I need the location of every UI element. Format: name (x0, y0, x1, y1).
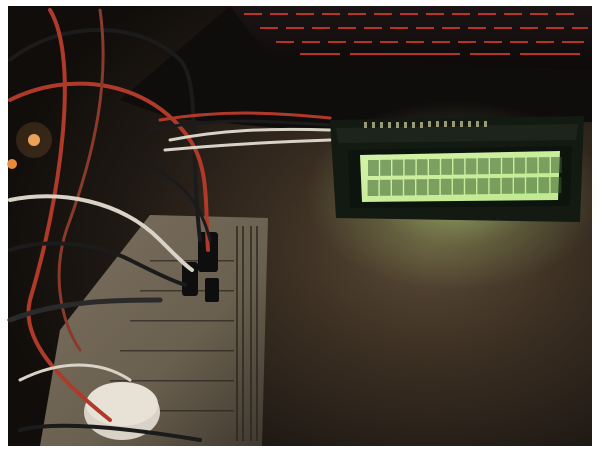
lcd-cell (404, 159, 416, 176)
lcd-cell (428, 179, 440, 195)
lcd-cell (538, 157, 550, 174)
photo-image (7, 6, 600, 446)
photo-scene (0, 0, 600, 452)
lcd-cell (368, 160, 379, 176)
lcd-cell (550, 177, 562, 193)
lcd-cell (367, 180, 379, 196)
lcd-cell (404, 179, 415, 196)
lcd-cell (465, 178, 476, 195)
lcd-cell (416, 179, 428, 196)
lcd-cell (502, 157, 513, 174)
lcd-cell (440, 178, 452, 195)
lcd-cell (392, 159, 404, 176)
lcd-cell (441, 158, 452, 175)
lcd-cell (477, 158, 489, 175)
lcd-cell (501, 177, 513, 194)
lcd-module (330, 116, 584, 222)
lcd-cell (392, 179, 403, 196)
lcd-cell (514, 157, 526, 174)
lcd-cell (490, 158, 501, 174)
lcd-cell (514, 177, 525, 194)
lcd-cell (416, 159, 428, 176)
lcd-cell (453, 178, 464, 195)
lcd-cell (379, 179, 391, 196)
lcd-cell (489, 178, 501, 194)
lcd-cell (526, 157, 538, 174)
lcd-cell (477, 178, 489, 195)
lcd-cell (453, 158, 465, 175)
lcd-cell (465, 158, 477, 175)
lcd-cell (429, 159, 440, 175)
lcd-cell (551, 157, 562, 173)
lcd-cell (526, 177, 537, 194)
lcd-cell (380, 159, 391, 176)
lcd-cell (538, 177, 550, 194)
